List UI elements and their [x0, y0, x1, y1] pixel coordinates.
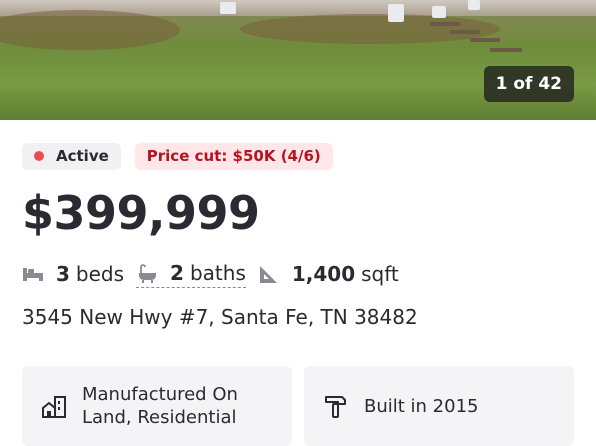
price-cut-badge: Price cut: $50K (4/6)	[134, 143, 333, 170]
photo-detail	[450, 30, 480, 34]
photo-detail	[220, 2, 236, 14]
listing-photo[interactable]: 1 of 42	[0, 0, 596, 120]
photo-detail	[470, 38, 500, 42]
property-type-card: Manufactured On Land, Residential	[22, 366, 292, 446]
baths-fact[interactable]: 2 baths	[136, 259, 246, 288]
hammer-icon	[325, 396, 346, 418]
bathtub-icon	[139, 264, 157, 283]
property-type-text: Manufactured On Land, Residential	[82, 384, 238, 428]
photo-detail	[490, 48, 522, 52]
photo-counter: 1 of 42	[483, 66, 574, 102]
status-dot-icon	[34, 151, 44, 161]
property-address: 3545 New Hwy #7, Santa Fe, TN 38482	[22, 305, 418, 329]
photo-detail	[388, 4, 404, 22]
sqft-value: 1,400	[291, 261, 356, 286]
building-home-icon	[42, 396, 66, 418]
sqft-fact: 1,400 sqft	[258, 260, 399, 288]
photo-detail	[430, 22, 460, 26]
ruler-triangle-icon	[259, 265, 277, 283]
status-label: Active	[56, 147, 109, 165]
beds-value: 3	[56, 261, 70, 286]
baths-value: 2	[170, 261, 184, 285]
beds-label: beds	[75, 261, 125, 286]
status-badges: Active Price cut: $50K (4/6)	[22, 143, 333, 170]
status-badge: Active	[22, 143, 121, 170]
photo-detail	[468, 0, 480, 10]
baths-label: baths	[189, 261, 246, 285]
photo-detail	[240, 14, 500, 44]
property-facts: 3 beds 2 baths 1,400 sqft	[22, 259, 411, 288]
photo-detail	[432, 6, 446, 18]
photo-detail	[0, 10, 180, 50]
sqft-label: sqft	[361, 261, 399, 286]
beds-fact: 3 beds	[22, 260, 124, 288]
listing-price: $399,999	[22, 186, 260, 240]
year-built-card: Built in 2015	[304, 366, 574, 446]
year-built-text: Built in 2015	[364, 395, 479, 417]
bed-icon	[23, 267, 43, 281]
